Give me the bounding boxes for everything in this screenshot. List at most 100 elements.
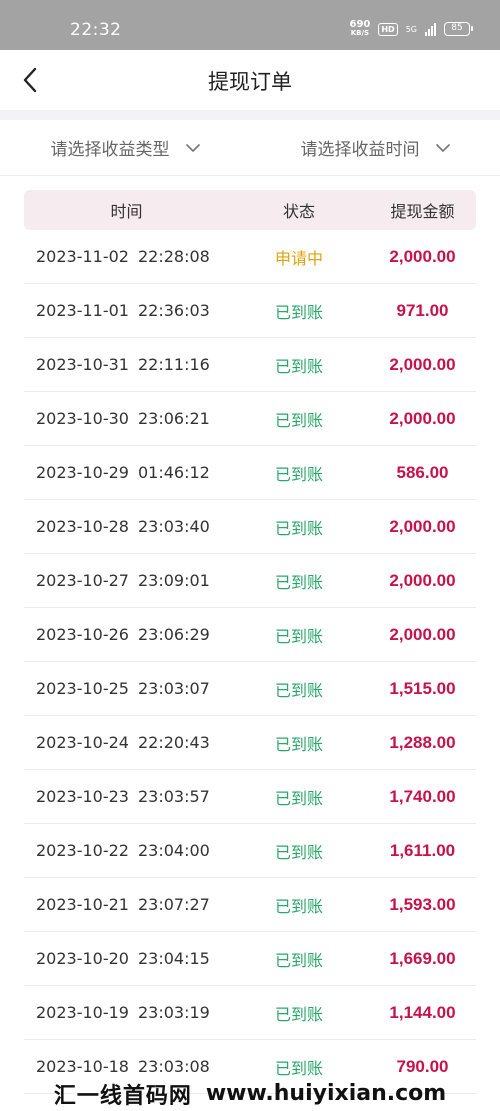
row-time: 23:03:57 — [137, 787, 210, 806]
table-row[interactable]: 2023-10-24 22:20:43 已到账 1,288.00 — [24, 716, 476, 770]
row-time: 22:36:03 — [137, 301, 210, 320]
row-status: 已到账 — [274, 896, 323, 916]
watermark: 汇一线首码网 www.huiyixian.com — [0, 1076, 500, 1111]
row-date: 2023-10-18 — [36, 1057, 129, 1076]
income-time-placeholder: 请选择收益时间 — [300, 140, 420, 160]
network-type-label: 5G — [405, 24, 417, 34]
row-status: 已到账 — [274, 410, 323, 430]
row-datetime: 2023-10-28 23:03:40 — [24, 517, 229, 536]
row-amount: 586.00 — [396, 462, 449, 482]
table-row[interactable]: 2023-11-01 22:36:03 已到账 971.00 — [24, 284, 476, 338]
table-row[interactable]: 2023-10-22 23:04:00 已到账 1,611.00 — [24, 824, 476, 878]
status-bar: 22:32 690 KB/S HD 5G 85 — [0, 0, 500, 50]
row-amount: 2,000.00 — [389, 624, 456, 644]
table-row[interactable]: 2023-10-26 23:06:29 已到账 2,000.00 — [24, 608, 476, 662]
row-status: 申请中 — [274, 248, 323, 268]
row-time: 23:04:15 — [137, 949, 210, 968]
row-status: 已到账 — [274, 626, 323, 646]
row-time: 23:07:27 — [137, 895, 210, 914]
row-amount: 1,669.00 — [389, 948, 456, 968]
row-datetime: 2023-11-02 22:28:08 — [24, 247, 229, 266]
row-date: 2023-10-20 — [36, 949, 129, 968]
row-amount: 1,593.00 — [389, 894, 456, 914]
row-status: 已到账 — [274, 788, 323, 808]
row-amount: 1,288.00 — [389, 732, 456, 752]
row-datetime: 2023-10-24 22:20:43 — [24, 733, 229, 752]
table-row[interactable]: 2023-10-21 23:07:27 已到账 1,593.00 — [24, 878, 476, 932]
row-status: 已到账 — [274, 464, 323, 484]
row-date: 2023-10-27 — [36, 571, 129, 590]
row-datetime: 2023-10-27 23:09:01 — [24, 571, 229, 590]
row-amount: 790.00 — [396, 1056, 449, 1076]
nav-bar: 提现订单 — [0, 50, 500, 110]
row-amount: 2,000.00 — [389, 246, 456, 266]
row-amount: 2,000.00 — [389, 570, 456, 590]
row-datetime: 2023-10-29 01:46:12 — [24, 463, 229, 482]
row-date: 2023-10-24 — [36, 733, 129, 752]
row-datetime: 2023-10-20 23:04:15 — [24, 949, 229, 968]
row-date: 2023-10-30 — [36, 409, 129, 428]
row-status: 已到账 — [274, 734, 323, 754]
divider — [0, 110, 500, 120]
withdrawal-list: 2023-11-02 22:28:08 申请中 2,000.00 2023-11-01… — [24, 230, 476, 1094]
row-datetime: 2023-10-22 23:04:00 — [24, 841, 229, 860]
row-datetime: 2023-10-19 23:03:19 — [24, 1003, 229, 1022]
row-time: 22:28:08 — [137, 247, 210, 266]
column-header-time: 时间 — [110, 202, 143, 221]
column-header-status: 状态 — [282, 202, 315, 221]
income-time-select[interactable]: 请选择收益时间 — [250, 120, 500, 175]
row-status: 已到账 — [274, 1058, 323, 1078]
status-time: 22:32 — [70, 20, 122, 40]
row-time: 01:46:12 — [137, 463, 210, 482]
row-time: 23:06:21 — [137, 409, 210, 428]
row-date: 2023-11-02 — [36, 247, 129, 266]
row-date: 2023-10-26 — [36, 625, 129, 644]
row-status: 已到账 — [274, 680, 323, 700]
row-datetime: 2023-10-23 23:03:57 — [24, 787, 229, 806]
row-date: 2023-10-23 — [36, 787, 129, 806]
hd-badge: HD — [378, 22, 398, 36]
table-row[interactable]: 2023-10-25 23:03:07 已到账 1,515.00 — [24, 662, 476, 716]
row-amount: 2,000.00 — [389, 408, 456, 428]
row-date: 2023-10-29 — [36, 463, 129, 482]
table-row[interactable]: 2023-10-27 23:09:01 已到账 2,000.00 — [24, 554, 476, 608]
row-datetime: 2023-10-18 23:03:08 — [24, 1057, 229, 1076]
table-header: 时间 状态 提现金额 — [24, 190, 476, 230]
row-date: 2023-10-31 — [36, 355, 129, 374]
table-row[interactable]: 2023-10-23 23:03:57 已到账 1,740.00 — [24, 770, 476, 824]
row-date: 2023-10-22 — [36, 841, 129, 860]
table-row[interactable]: 2023-10-20 23:04:15 已到账 1,669.00 — [24, 932, 476, 986]
row-date: 2023-10-19 — [36, 1003, 129, 1022]
row-status: 已到账 — [274, 518, 323, 538]
row-datetime: 2023-11-01 22:36:03 — [24, 301, 229, 320]
table-row[interactable]: 2023-10-28 23:03:40 已到账 2,000.00 — [24, 500, 476, 554]
row-datetime: 2023-10-30 23:06:21 — [24, 409, 229, 428]
signal-icon — [425, 22, 436, 36]
row-datetime: 2023-10-25 23:03:07 — [24, 679, 229, 698]
row-time: 23:03:40 — [137, 517, 210, 536]
battery-icon: 85 — [444, 22, 473, 36]
table-row[interactable]: 2023-11-02 22:28:08 申请中 2,000.00 — [24, 230, 476, 284]
row-date: 2023-11-01 — [36, 301, 129, 320]
table-row[interactable]: 2023-10-31 22:11:16 已到账 2,000.00 — [24, 338, 476, 392]
row-time: 23:03:19 — [137, 1003, 210, 1022]
chevron-down-icon — [185, 143, 200, 152]
table-row[interactable]: 2023-10-29 01:46:12 已到账 586.00 — [24, 446, 476, 500]
row-date: 2023-10-25 — [36, 679, 129, 698]
row-time: 23:09:01 — [137, 571, 210, 590]
income-type-select[interactable]: 请选择收益类型 — [0, 120, 250, 175]
row-time: 23:06:29 — [137, 625, 210, 644]
row-amount: 2,000.00 — [389, 354, 456, 374]
row-amount: 1,740.00 — [389, 786, 456, 806]
row-time: 23:03:07 — [137, 679, 210, 698]
table-row[interactable]: 2023-10-30 23:06:21 已到账 2,000.00 — [24, 392, 476, 446]
row-status: 已到账 — [274, 1004, 323, 1024]
row-datetime: 2023-10-21 23:07:27 — [24, 895, 229, 914]
table-row[interactable]: 2023-10-19 23:03:19 已到账 1,144.00 — [24, 986, 476, 1040]
row-amount: 1,144.00 — [389, 1002, 456, 1022]
network-speed-value: 690 — [349, 19, 371, 30]
income-type-placeholder: 请选择收益类型 — [50, 140, 170, 160]
row-amount: 1,515.00 — [389, 678, 456, 698]
network-speed-unit: KB/S — [350, 29, 370, 37]
column-header-amount: 提现金额 — [390, 202, 455, 221]
